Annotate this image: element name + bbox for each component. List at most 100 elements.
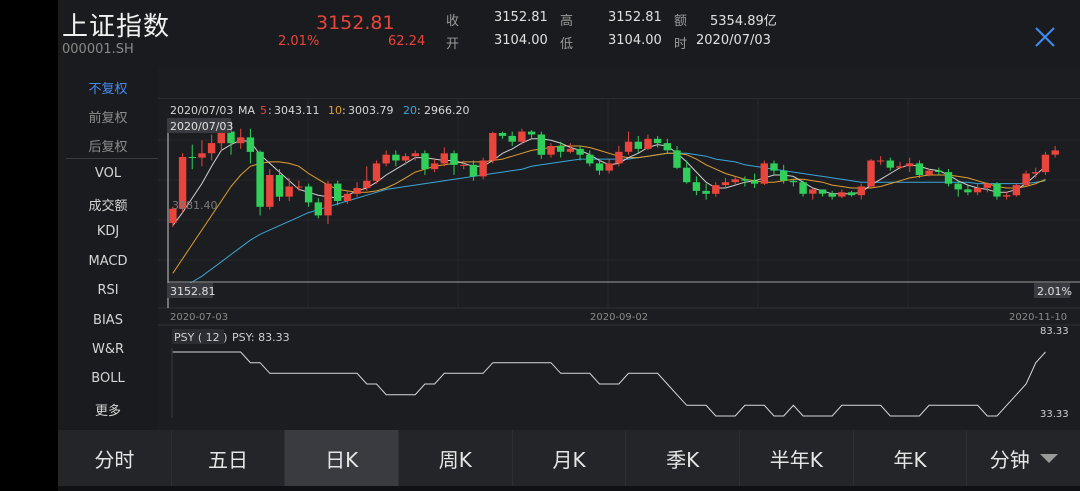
candle-body bbox=[489, 133, 497, 161]
candle-body bbox=[188, 157, 196, 158]
period-tabs: 分时 五日 日K 周K 月K 季K 半年K 年K 分钟 bbox=[58, 430, 1080, 486]
psy-value: PSY: 83.33 bbox=[232, 331, 290, 344]
candle-body bbox=[440, 153, 448, 164]
indicator-vol[interactable]: VOL bbox=[58, 166, 158, 181]
mid-price-label: 3181.40 bbox=[172, 199, 218, 212]
header: 上证指数 000001.SH 3152.81 2.01% 62.24 收 315… bbox=[58, 0, 1080, 68]
candle-body bbox=[615, 151, 623, 164]
current-price: 3152.81 bbox=[316, 12, 395, 34]
candle-body bbox=[886, 160, 894, 168]
indicator-boll[interactable]: BOLL bbox=[58, 371, 158, 386]
candle-body bbox=[809, 189, 817, 194]
psy-panel bbox=[172, 351, 1046, 417]
candle-body bbox=[750, 180, 759, 184]
indicator-macd[interactable]: MACD bbox=[58, 254, 158, 269]
tab-intraday[interactable]: 分时 bbox=[58, 430, 172, 486]
ma20-colon: : bbox=[417, 104, 421, 117]
candle-body bbox=[237, 137, 245, 144]
indicator-rsi[interactable]: RSI bbox=[58, 283, 158, 298]
ma5-value: 3043.11 bbox=[274, 104, 320, 117]
tab-label: 日K bbox=[325, 447, 359, 472]
candle-body bbox=[285, 186, 293, 197]
kline-chart[interactable]: 2020/07/03 MA 5 : 3043.11 10 : 3003.79 2… bbox=[158, 68, 1080, 430]
quote-label-amount: 额 bbox=[674, 14, 688, 29]
candle-body bbox=[964, 189, 972, 193]
quote-value-high: 3152.81 bbox=[608, 10, 662, 25]
change-percent: 2.01% bbox=[278, 34, 320, 49]
candle-body bbox=[314, 202, 322, 216]
tab-yearly-k[interactable]: 年K bbox=[854, 430, 968, 486]
candle-body bbox=[576, 148, 584, 155]
candle-body bbox=[702, 190, 710, 194]
candle-body bbox=[1003, 195, 1011, 197]
tab-monthly-k[interactable]: 月K bbox=[513, 430, 627, 486]
tab-five-day[interactable]: 五日 bbox=[172, 430, 286, 486]
candle-body bbox=[343, 193, 352, 201]
bottom-strip bbox=[58, 486, 1080, 491]
quote-label-low: 低 bbox=[560, 37, 574, 52]
indicator-more[interactable]: 更多 bbox=[58, 400, 158, 419]
candle-body bbox=[256, 151, 264, 207]
indicator-bias[interactable]: BIAS bbox=[58, 313, 158, 328]
candle-body bbox=[547, 146, 555, 155]
chevron-down-icon bbox=[1039, 453, 1058, 463]
candle-body bbox=[1012, 185, 1021, 196]
candle-body bbox=[450, 153, 458, 165]
candle-body bbox=[789, 180, 798, 183]
candle-body bbox=[653, 138, 662, 144]
candle-body bbox=[896, 166, 904, 168]
tab-label: 分钟 bbox=[989, 447, 1030, 472]
adjust-backward[interactable]: 后复权 bbox=[58, 136, 158, 155]
grid-line-top bbox=[158, 98, 1080, 99]
psy-label: PSY ( 12 ) bbox=[174, 331, 227, 344]
ma5-colon: : bbox=[268, 104, 272, 117]
kline-svg[interactable]: 2020/07/03 MA 5 : 3043.11 10 : 3003.79 2… bbox=[158, 68, 1080, 430]
indicator-turnover[interactable]: 成交额 bbox=[58, 195, 158, 214]
candle-body bbox=[712, 185, 720, 194]
candle-body bbox=[469, 164, 478, 177]
ma5-label: 5 bbox=[260, 104, 267, 117]
candle-body bbox=[683, 167, 691, 183]
candle-body bbox=[867, 160, 875, 187]
ma20-label: 20 bbox=[403, 104, 417, 117]
tab-label: 季K bbox=[666, 447, 700, 472]
candle-body bbox=[527, 131, 536, 135]
tab-half-year-k[interactable]: 半年K bbox=[740, 430, 854, 486]
candles bbox=[169, 121, 1059, 228]
x-label-mid: 2020-09-02 bbox=[590, 312, 648, 323]
candle-body bbox=[217, 131, 225, 144]
candle-body bbox=[741, 179, 749, 181]
indicator-wr[interactable]: W&R bbox=[58, 342, 158, 357]
candle-body bbox=[295, 186, 303, 188]
candle-body bbox=[460, 164, 468, 166]
tab-daily-k[interactable]: 日K bbox=[285, 430, 400, 486]
candle-body bbox=[227, 131, 235, 144]
adjust-none[interactable]: 不复权 bbox=[58, 78, 158, 97]
indicator-kdj[interactable]: KDJ bbox=[58, 224, 158, 239]
ma-label: MA bbox=[238, 104, 255, 117]
candle-body bbox=[382, 154, 390, 164]
candle-body bbox=[353, 188, 361, 194]
candle-body bbox=[401, 156, 410, 161]
candle-body bbox=[935, 170, 943, 172]
tab-quarterly-k[interactable]: 季K bbox=[626, 430, 741, 486]
candle-body bbox=[372, 163, 381, 181]
candle-body bbox=[673, 150, 681, 168]
change-amount: 62.24 bbox=[388, 34, 426, 49]
candle-body bbox=[731, 179, 739, 183]
candle-body bbox=[1041, 154, 1050, 173]
quote-label-time: 时 bbox=[674, 37, 688, 52]
close-button[interactable] bbox=[1032, 24, 1058, 50]
tab-minute[interactable]: 分钟 bbox=[967, 430, 1080, 486]
tab-label: 月K bbox=[552, 447, 586, 472]
candle-body bbox=[275, 175, 284, 197]
tab-weekly-k[interactable]: 周K bbox=[399, 430, 513, 486]
candle-body bbox=[1051, 150, 1059, 155]
candle-body bbox=[692, 182, 701, 191]
quote-value-time: 2020/07/03 bbox=[696, 33, 771, 48]
candle-body bbox=[780, 170, 788, 181]
ma10-label: 10 bbox=[328, 104, 342, 117]
adjust-forward[interactable]: 前复权 bbox=[58, 107, 158, 126]
psy-max-label: 83.33 bbox=[1040, 326, 1069, 337]
quote-value-low: 3104.00 bbox=[608, 33, 662, 48]
